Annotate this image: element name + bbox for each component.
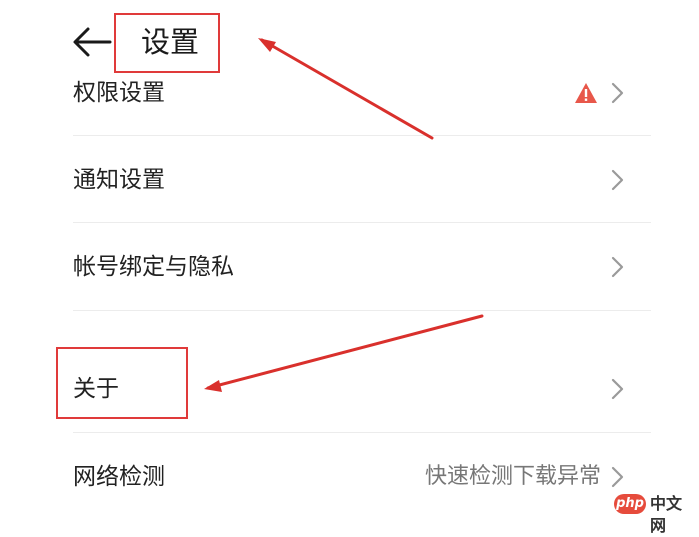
settings-item-value: 快速检测下载异常	[424, 464, 601, 489]
divider	[73, 310, 651, 311]
chevron-right-icon	[611, 256, 624, 278]
about-highlight-box	[56, 347, 188, 419]
warning-icon	[575, 83, 597, 103]
settings-item-account-privacy[interactable]: 帐号绑定与隐私	[0, 226, 699, 306]
divider	[73, 135, 651, 136]
chevron-right-icon	[611, 466, 624, 488]
watermark-badge: php	[614, 494, 646, 514]
settings-item-network-check[interactable]: 网络检测 快速检测下载异常	[0, 437, 699, 517]
settings-item-label: 帐号绑定与隐私	[73, 254, 234, 280]
settings-item-label: 通知设置	[73, 167, 165, 193]
divider	[73, 432, 651, 433]
settings-item-permissions[interactable]: 权限设置	[0, 52, 699, 132]
chevron-right-icon	[611, 82, 624, 104]
watermark-logo: php 中文网	[614, 493, 692, 535]
settings-item-notifications[interactable]: 通知设置	[0, 139, 699, 219]
settings-item-label: 网络检测	[73, 464, 165, 490]
chevron-right-icon	[611, 169, 624, 191]
settings-item-label: 权限设置	[73, 80, 165, 106]
divider	[73, 222, 651, 223]
watermark-text: 中文网	[650, 494, 683, 535]
chevron-right-icon	[611, 378, 624, 400]
